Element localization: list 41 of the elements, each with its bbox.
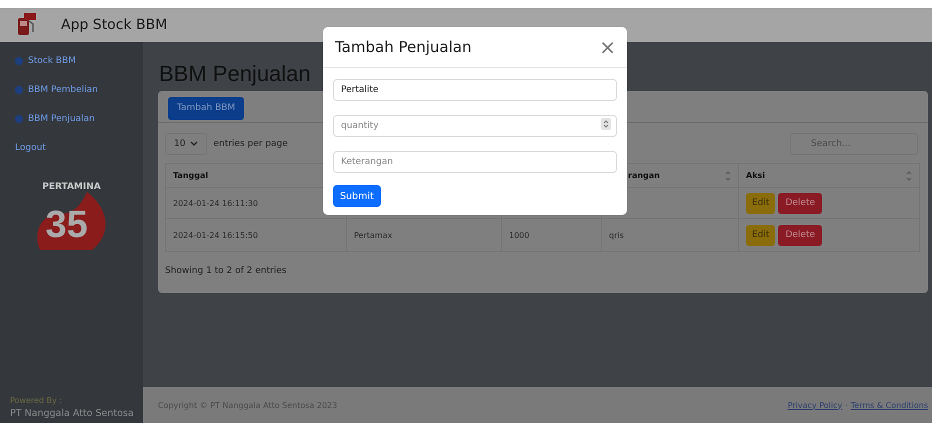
brand-name: PERTAMINA: [42, 182, 101, 192]
privacy-link[interactable]: Privacy Policy: [788, 400, 842, 410]
table-cell: 2024-01-24 16:11:30: [173, 198, 258, 208]
entries-info: Showing 1 to 2 of 2 entries: [165, 266, 288, 276]
table-cell: Pertamax: [354, 230, 392, 240]
sidebar-link[interactable]: Logout: [15, 139, 143, 156]
modal-title: Tambah Penjualan: [335, 38, 472, 56]
column-header[interactable]: Tanggal: [173, 171, 208, 180]
page-size-select[interactable]: 10: [165, 133, 208, 155]
add-button[interactable]: Tambah BBM: [168, 96, 244, 120]
sidebar-link[interactable]: BBM Penjualan: [15, 110, 143, 127]
input-field[interactable]: Keterangan: [333, 151, 617, 173]
terms-link[interactable]: Terms & Conditions: [850, 400, 928, 410]
table-cell: qris: [609, 230, 624, 240]
page-title: BBM Penjualan: [159, 60, 311, 88]
edit-button[interactable]: Edit: [746, 224, 776, 246]
delete-button[interactable]: Delete: [778, 192, 822, 214]
column-header[interactable]: rangan: [628, 171, 660, 180]
close-button[interactable]: ×: [596, 37, 619, 57]
company-name: PT Nanggala Atto Sentosa: [10, 408, 135, 419]
delete-button[interactable]: Delete: [778, 224, 822, 246]
edit-button[interactable]: Edit: [746, 192, 776, 214]
circle-icon: [15, 114, 23, 122]
input-field[interactable]: quantity: [333, 115, 617, 137]
column-header[interactable]: Aksi: [746, 171, 766, 180]
table-cell: 1000: [509, 230, 530, 240]
sort-icon[interactable]: [906, 170, 912, 180]
link-separator: ·: [845, 400, 848, 410]
sort-icon[interactable]: [725, 170, 731, 180]
sidebar-link[interactable]: Stock BBM: [15, 52, 143, 69]
spinner-icon[interactable]: [601, 118, 611, 130]
fuel-pump-logo-icon: [15, 12, 37, 38]
app-title: App Stock BBM: [61, 17, 168, 33]
input-field[interactable]: Pertalite: [333, 79, 617, 101]
circle-icon: [15, 86, 23, 94]
chevron-down-icon: [190, 141, 198, 147]
table-cell: 2024-01-24 16:15:50: [173, 230, 258, 240]
submit-button[interactable]: Submit: [333, 185, 381, 207]
circle-icon: [15, 56, 23, 64]
sidebar-link[interactable]: BBM Pembelian: [15, 81, 143, 98]
page-size-caption: entries per page: [213, 139, 288, 149]
